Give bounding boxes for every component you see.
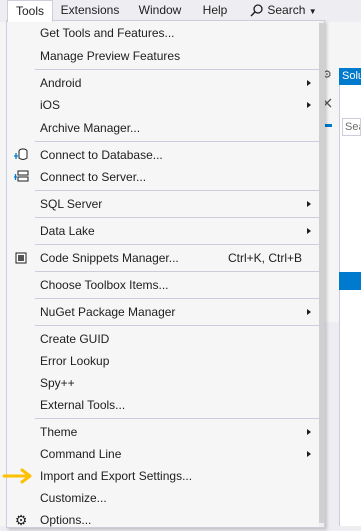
menu-item-label: External Tools... [40,398,126,412]
menu-item-label: Get Tools and Features... [40,26,175,40]
menu-item-label: Connect to Server... [40,170,147,184]
solution-explorer-panel [339,85,361,526]
menu-item-label: Android [40,76,82,90]
submenu-arrow-icon [307,309,311,315]
menu-item-label: Spy++ [40,376,75,390]
submenu-arrow-icon [307,102,311,108]
tools-menu: Get Tools and Features... Manage Preview… [6,20,325,528]
menu-item-label: Create GUID [40,332,110,346]
submenu-arrow-icon [307,228,311,234]
menu-item-archive-manager[interactable]: Archive Manager... [7,117,320,139]
solution-selected-row[interactable] [339,272,361,290]
menu-item-label: Manage Preview Features [40,49,181,63]
menu-item-create-guid[interactable]: Create GUID [7,328,320,350]
menu-bar: Tools Extensions Window Help Search ▼ [0,0,361,22]
chevron-down-icon: ▼ [308,7,317,16]
submenu-arrow-icon [307,80,311,86]
menu-item-label: Connect to Database... [40,148,163,162]
code-snippets-icon [15,252,27,264]
menu-extensions[interactable]: Extensions [54,0,126,21]
menu-item-label: Import and Export Settings... [40,469,193,483]
menu-item-label: Error Lookup [40,354,110,368]
menu-item-theme[interactable]: Theme [7,421,320,443]
menu-item-error-lookup[interactable]: Error Lookup [7,350,320,372]
menu-item-options[interactable]: ⚙ Options... [7,509,320,531]
annotation-arrow-icon [2,468,32,484]
menu-item-get-tools[interactable]: Get Tools and Features... [7,22,320,44]
menu-item-import-export[interactable]: Import and Export Settings... [7,465,320,487]
menu-item-label: Theme [40,425,78,439]
search-button[interactable]: Search ▼ [250,0,317,21]
solution-search-input[interactable]: Sea [342,118,361,136]
menu-separator [35,271,320,272]
menu-item-connect-database[interactable]: Connect to Database... [7,144,320,166]
menu-separator [35,141,320,142]
menu-item-label: Choose Toolbox Items... [40,278,169,292]
menu-item-label: NuGet Package Manager [40,305,176,319]
menu-item-command-line[interactable]: Command Line [7,443,320,465]
menu-item-label: Options... [40,513,92,527]
submenu-arrow-icon [307,451,311,457]
submenu-arrow-icon [307,429,311,435]
menu-separator [35,325,320,326]
menu-item-manage-preview[interactable]: Manage Preview Features [7,45,320,67]
menu-item-customize[interactable]: Customize... [7,487,320,509]
menu-item-external-tools[interactable]: External Tools... [7,394,320,416]
menu-separator [35,190,320,191]
menu-separator [35,298,320,299]
menu-separator [35,217,320,218]
menu-item-label: Command Line [40,447,122,461]
menu-item-android[interactable]: Android [7,72,320,94]
menu-item-label: Archive Manager... [40,121,141,135]
menu-item-code-snippets[interactable]: Code Snippets Manager... Ctrl+K, Ctrl+B [7,247,320,269]
menu-item-sql-server[interactable]: SQL Server [7,193,320,215]
menu-item-label: Customize... [40,491,107,505]
database-connect-icon [14,148,28,160]
server-connect-icon [14,170,29,182]
menu-separator [35,69,320,70]
menu-window[interactable]: Window [130,0,190,21]
search-icon [250,4,263,17]
menu-item-shortcut: Ctrl+K, Ctrl+B [228,251,303,265]
solution-explorer-header[interactable]: Solu [339,68,361,85]
menu-item-ios[interactable]: iOS [7,94,320,116]
submenu-arrow-icon [307,201,311,207]
menu-help[interactable]: Help [194,0,236,21]
menu-item-spy[interactable]: Spy++ [7,372,320,394]
menu-item-label: SQL Server [40,197,103,211]
menu-separator [35,418,320,419]
menu-item-label: iOS [40,98,61,112]
search-label: Search [267,3,306,17]
menu-item-nuget[interactable]: NuGet Package Manager [7,301,320,323]
menu-item-connect-server[interactable]: Connect to Server... [7,166,320,188]
menu-item-label: Data Lake [40,224,95,238]
menu-item-data-lake[interactable]: Data Lake [7,220,320,242]
menu-separator [35,244,320,245]
menu-tools[interactable]: Tools [7,0,53,22]
menu-item-choose-toolbox[interactable]: Choose Toolbox Items... [7,274,320,296]
menu-item-label: Code Snippets Manager... [40,251,179,265]
